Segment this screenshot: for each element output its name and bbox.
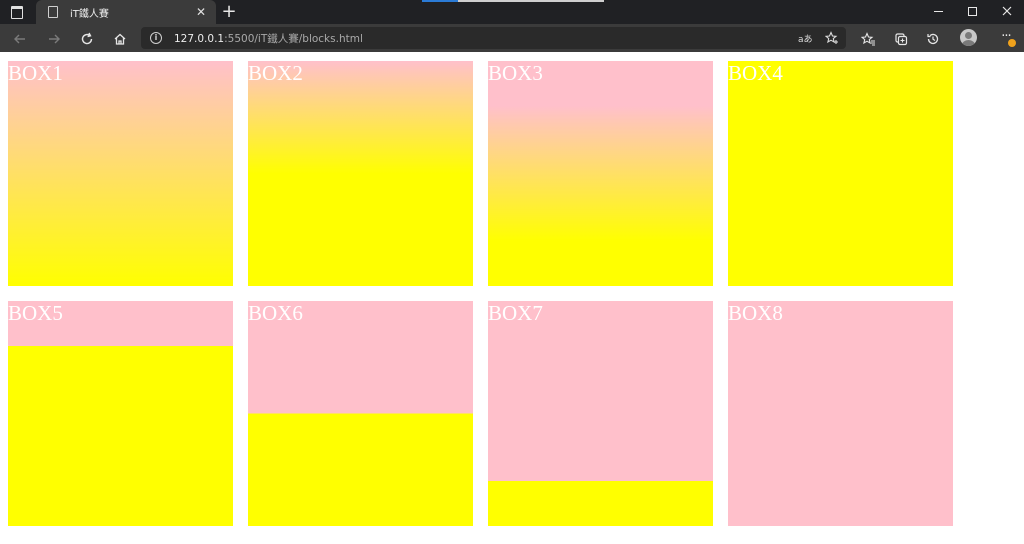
- browser-toolbar: i 127.0.0.1:5500/iT鐵人賽/blocks.html aあ ··…: [0, 24, 1024, 52]
- tab-strip: iT鐵人賽 ✕ +: [0, 0, 1024, 24]
- box-label: BOX3: [488, 61, 543, 85]
- forward-button[interactable]: [43, 28, 65, 48]
- box-5: BOX5: [8, 301, 233, 526]
- url-path: :5500/iT鐵人賽/blocks.html: [224, 33, 363, 45]
- address-bar[interactable]: i 127.0.0.1:5500/iT鐵人賽/blocks.html aあ: [141, 27, 846, 49]
- info-icon[interactable]: i: [150, 32, 162, 44]
- tab-close-icon[interactable]: ✕: [194, 5, 208, 19]
- loading-strip: [422, 0, 604, 2]
- window-close-button[interactable]: [990, 0, 1024, 24]
- tab-actions-icon: [11, 5, 23, 19]
- forward-icon: [49, 34, 60, 43]
- page-viewport: BOX1 BOX2 BOX3 BOX4 BOX5 BOX6 BOX7 BOX8: [0, 52, 1024, 544]
- tab-title: iT鐵人賽: [70, 8, 109, 20]
- minimize-icon: [933, 10, 943, 12]
- history-icon: [927, 33, 939, 44]
- box-label: BOX1: [8, 61, 63, 85]
- box-label: BOX4: [728, 61, 783, 85]
- box-label: BOX5: [8, 301, 63, 325]
- box-6: BOX6: [248, 301, 473, 526]
- collections-button[interactable]: [890, 28, 912, 48]
- collections-icon: [895, 32, 908, 45]
- tab-actions-button[interactable]: [6, 4, 28, 20]
- refresh-icon: [81, 32, 93, 44]
- url-text[interactable]: 127.0.0.1:5500/iT鐵人賽/blocks.html: [174, 31, 363, 46]
- box-label: BOX6: [248, 301, 303, 325]
- box-label: BOX7: [488, 301, 543, 325]
- new-tab-button[interactable]: +: [220, 1, 238, 23]
- history-button[interactable]: [922, 28, 944, 48]
- refresh-button[interactable]: [76, 28, 98, 48]
- restore-icon: [967, 6, 977, 16]
- url-host: 127.0.0.1: [174, 33, 225, 45]
- read-aloud-icon[interactable]: aあ: [796, 30, 814, 46]
- box-4: BOX4: [728, 61, 953, 286]
- box-8: BOX8: [728, 301, 953, 526]
- box-3: BOX3: [488, 61, 713, 286]
- more-button[interactable]: ···: [995, 28, 1017, 48]
- tab-active[interactable]: iT鐵人賽 ✕: [36, 0, 216, 24]
- add-favorite-icon[interactable]: [823, 30, 841, 46]
- back-icon: [14, 34, 25, 43]
- box-7: BOX7: [488, 301, 713, 526]
- update-badge: [1008, 39, 1016, 47]
- favorites-icon: [860, 31, 875, 45]
- box-label: BOX2: [248, 61, 303, 85]
- back-button[interactable]: [9, 28, 31, 48]
- profile-icon: [965, 32, 972, 39]
- profile-avatar[interactable]: [960, 29, 977, 46]
- home-icon: [114, 33, 126, 45]
- box-label: BOX8: [728, 301, 783, 325]
- restore-button[interactable]: [955, 0, 989, 24]
- minimize-button[interactable]: [921, 0, 955, 24]
- box-1: BOX1: [8, 61, 233, 286]
- page-icon: [48, 6, 58, 18]
- svg-text:aあ: aあ: [798, 34, 812, 44]
- favorites-button[interactable]: [857, 28, 879, 48]
- close-icon: [1002, 6, 1012, 16]
- home-button[interactable]: [109, 28, 131, 48]
- box-2: BOX2: [248, 61, 473, 286]
